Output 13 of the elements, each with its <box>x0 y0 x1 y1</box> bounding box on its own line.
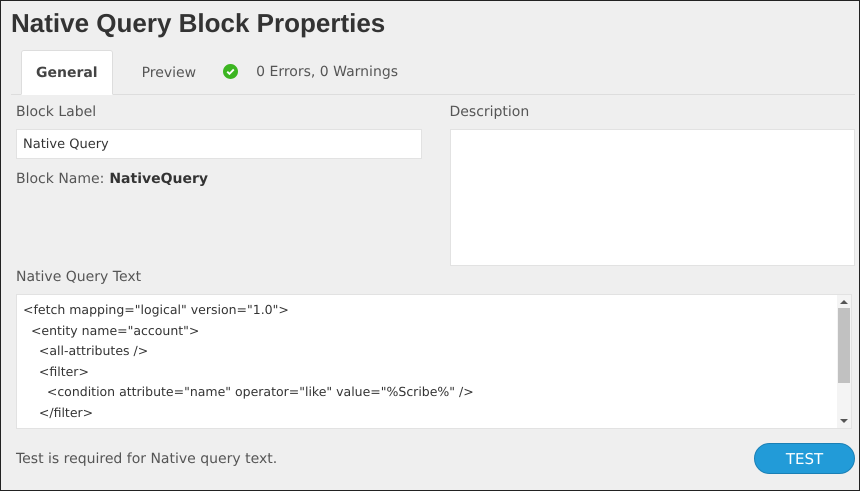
description-field[interactable] <box>450 129 855 266</box>
check-circle-icon <box>223 64 238 79</box>
validation-status: 0 Errors, 0 Warnings <box>256 64 398 80</box>
field-label: Block Name: <box>16 171 104 187</box>
test-required-message: Test is required for Native query text. <box>16 450 278 466</box>
window-title: Native Query Block Properties <box>11 7 386 40</box>
tab[interactable]: Preview <box>122 50 216 95</box>
field-label: Description <box>450 103 530 121</box>
field-label: Block Label <box>16 103 98 121</box>
block-label-field[interactable]: Native Query <box>16 129 422 159</box>
field-label: Native Query Text <box>15 268 142 286</box>
block-name-value: NativeQuery <box>109 171 208 187</box>
tab[interactable]: General <box>21 50 113 95</box>
